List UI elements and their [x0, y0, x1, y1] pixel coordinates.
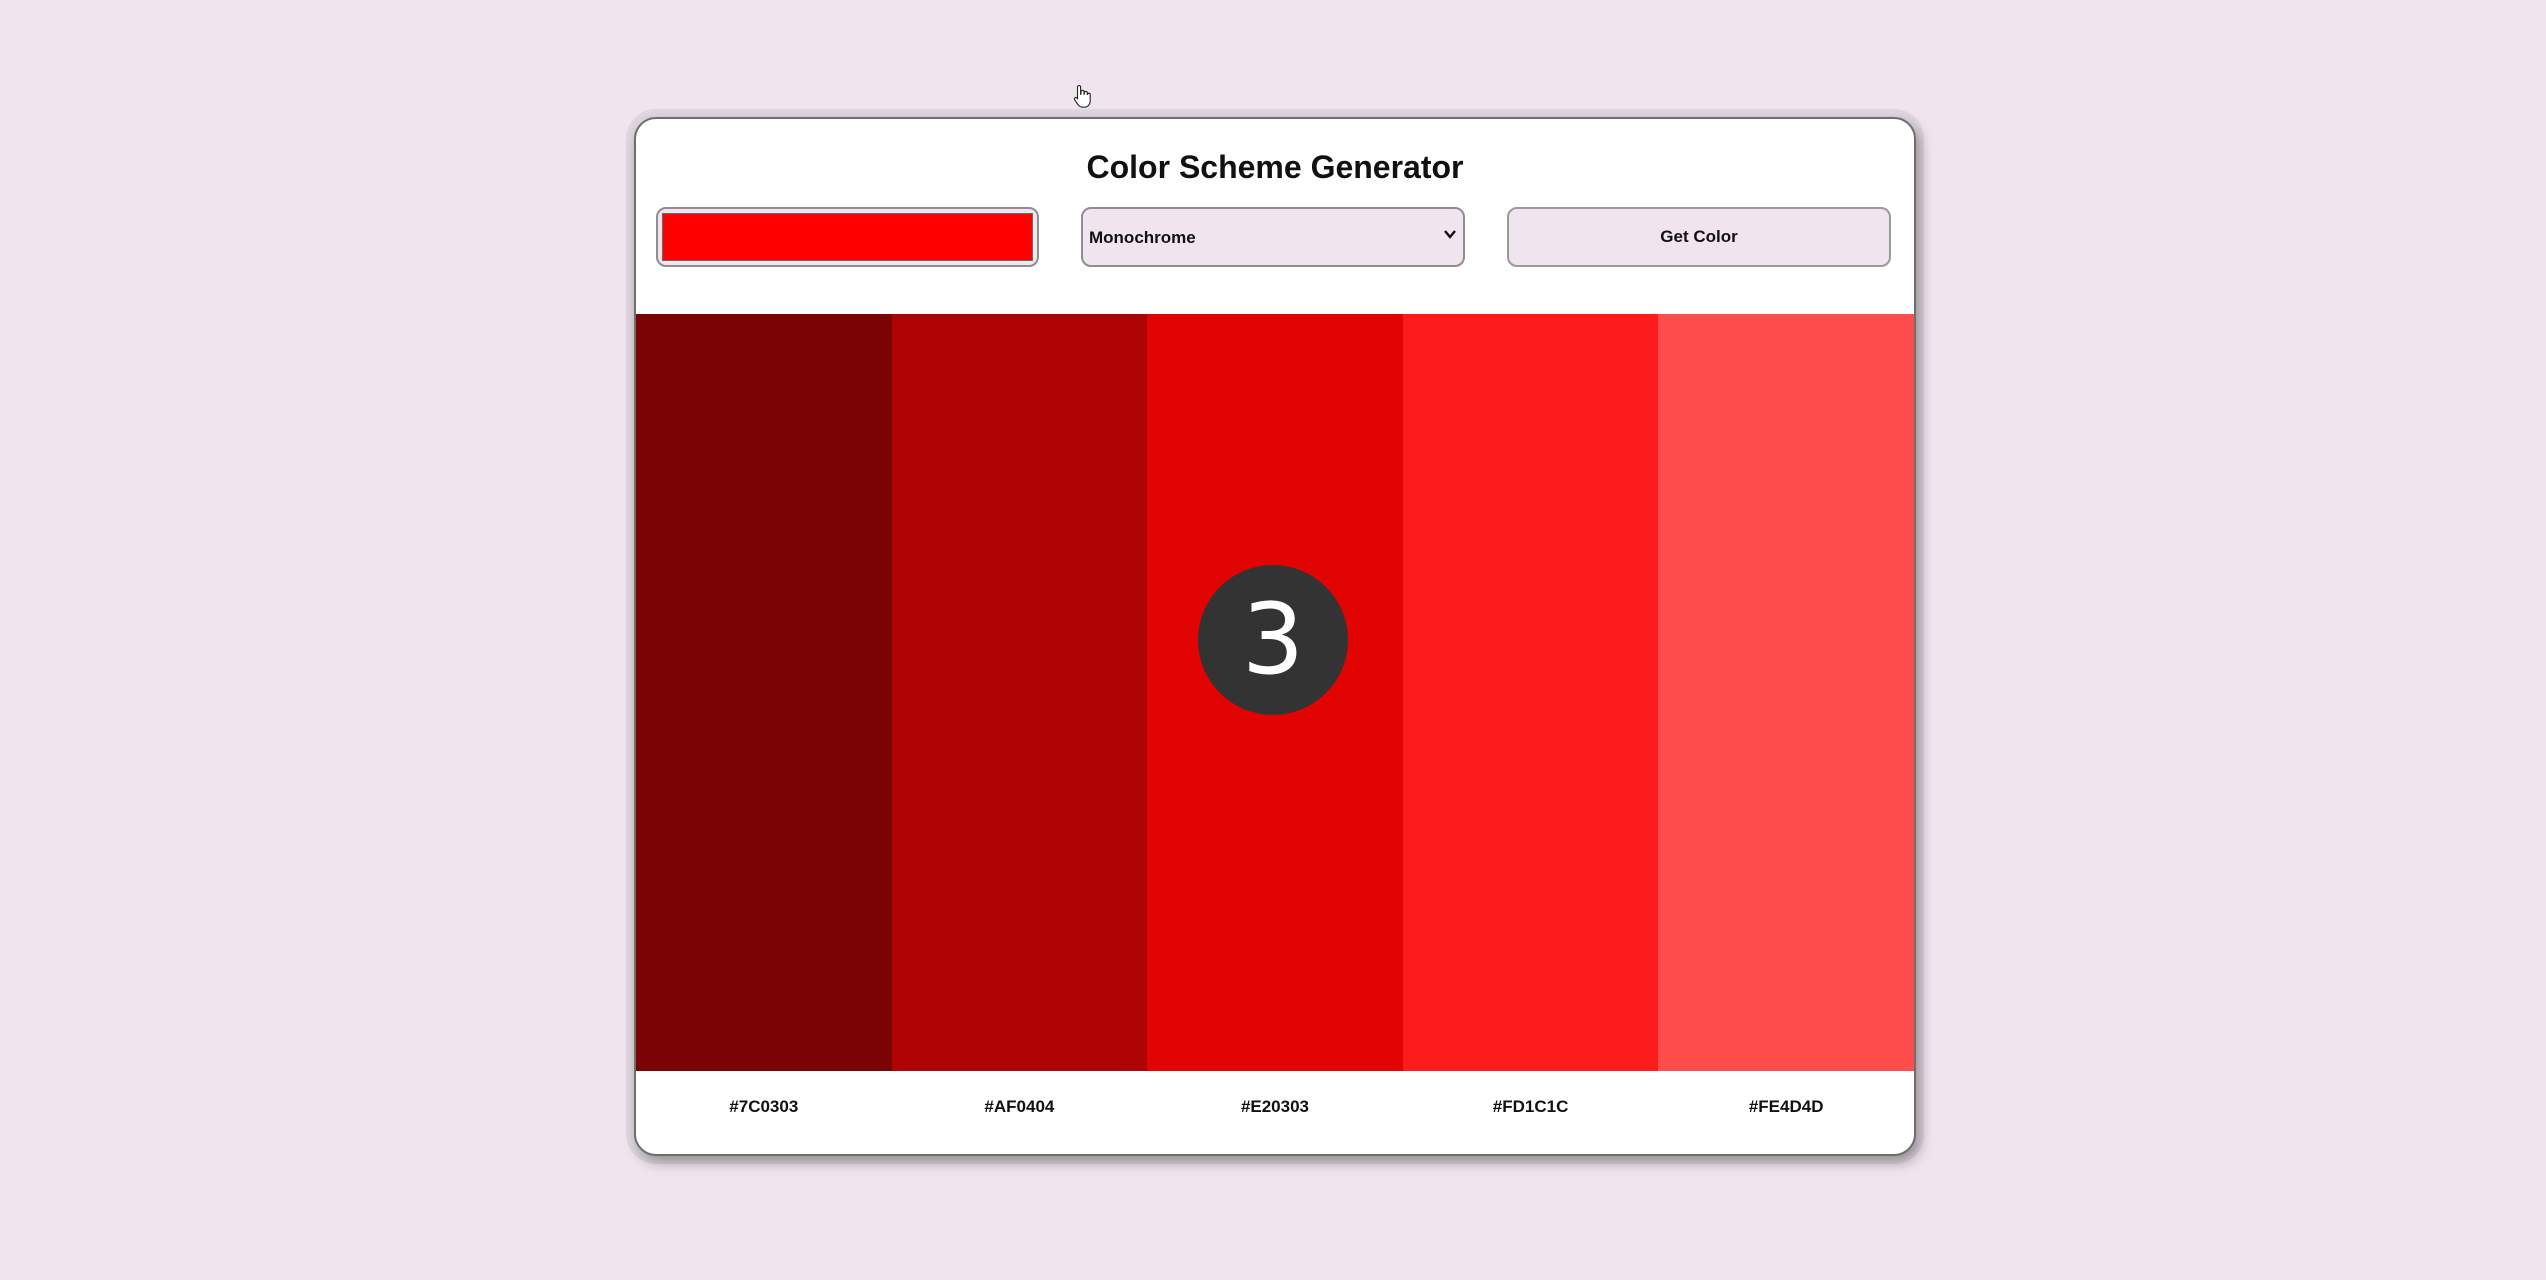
scheme-mode-value: Monochrome [1089, 228, 1196, 247]
page-title: Color Scheme Generator [1086, 149, 1464, 185]
palette-color-4[interactable] [1402, 314, 1659, 1071]
step-number-badge: 3 [1198, 565, 1348, 715]
palette-color-2[interactable] [891, 314, 1148, 1071]
hex-label-4[interactable]: #FD1C1C [1403, 1071, 1659, 1154]
chevron-down-icon [1444, 230, 1456, 239]
controls-row: Monochrome Get Color [656, 207, 1894, 267]
hex-label-2[interactable]: #AF0404 [892, 1071, 1148, 1154]
seed-color-swatch [662, 213, 1033, 261]
hex-label-1[interactable]: #7C0303 [636, 1071, 892, 1154]
hex-label-5[interactable]: #FE4D4D [1658, 1071, 1914, 1154]
hex-label-3[interactable]: #E20303 [1147, 1071, 1403, 1154]
palette-color-1[interactable] [636, 314, 892, 1071]
palette-color-5[interactable] [1658, 314, 1914, 1071]
color-hex-labels: #7C0303 #AF0404 #E20303 #FD1C1C #FE4D4D [636, 1071, 1914, 1154]
scheme-mode-select[interactable]: Monochrome [1081, 207, 1465, 267]
hand-pointer-icon [1073, 84, 1091, 108]
get-color-button[interactable]: Get Color [1507, 207, 1891, 267]
seed-color-picker[interactable] [656, 207, 1039, 267]
